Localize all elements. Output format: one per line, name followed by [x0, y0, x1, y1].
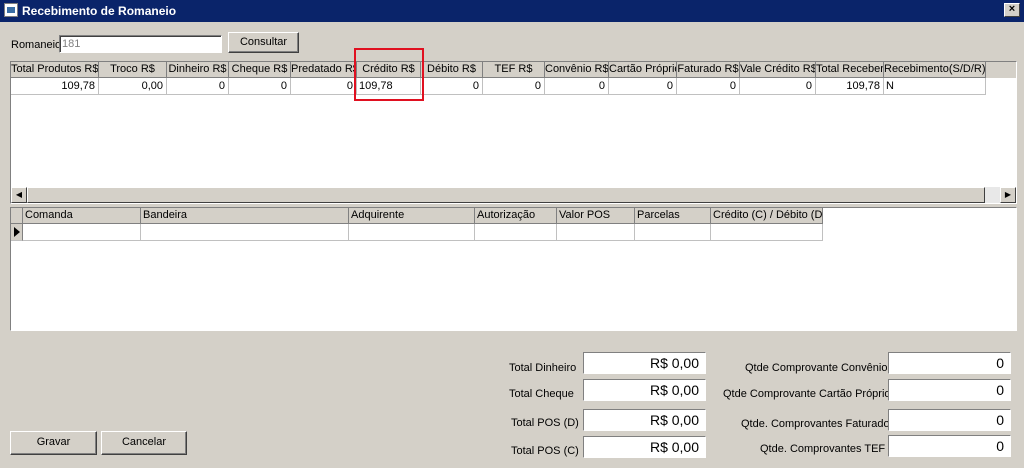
pos-grid[interactable]: Comanda Bandeira Adquirente Autorização … — [10, 207, 1017, 331]
row-indicator — [11, 224, 23, 241]
cell-debito[interactable]: 0 — [421, 78, 483, 95]
col-predatado[interactable]: Predatado R$ — [291, 62, 357, 78]
col-troco[interactable]: Troco R$ — [99, 62, 167, 78]
total-pos-c-value: R$ 0,00 — [583, 436, 706, 458]
cell-predatado[interactable]: 0 — [291, 78, 357, 95]
col-convenio[interactable]: Convênio R$ — [545, 62, 609, 78]
qtde-cartao-proprio-label: Qtde Comprovante Cartão Próprio — [723, 388, 891, 400]
col-debito[interactable]: Débito R$ — [421, 62, 483, 78]
cell-parcelas[interactable] — [635, 224, 711, 241]
romaneio-label: Romaneio — [11, 39, 62, 51]
grid-horizontal-scrollbar[interactable]: ◀ ▶ — [11, 187, 1016, 203]
cell-cartao-proprio[interactable]: 0 — [609, 78, 677, 95]
col-total-receber[interactable]: Total Receber — [816, 62, 884, 78]
total-cheque-value: R$ 0,00 — [583, 379, 706, 401]
col-dinheiro[interactable]: Dinheiro R$ — [167, 62, 229, 78]
total-dinheiro-value: R$ 0,00 — [583, 352, 706, 374]
total-pos-d-value: R$ 0,00 — [583, 409, 706, 431]
cell-bandeira[interactable] — [141, 224, 349, 241]
total-pos-d-label: Total POS (D) — [511, 417, 579, 429]
col-bandeira[interactable]: Bandeira — [141, 208, 349, 224]
col-tef[interactable]: TEF R$ — [483, 62, 545, 78]
scroll-right-icon[interactable]: ▶ — [1000, 187, 1016, 203]
romaneio-input[interactable]: 181 — [59, 35, 222, 53]
app-icon — [4, 3, 18, 17]
col-cartao-proprio[interactable]: Cartão Próprio — [609, 62, 677, 78]
col-recebimento[interactable]: Recebimento(S/D/R) — [884, 62, 986, 78]
credito-highlight — [354, 48, 424, 101]
row-pointer-icon — [14, 227, 20, 237]
qtde-faturado-label: Qtde. Comprovantes Faturado — [741, 418, 890, 430]
gravar-button[interactable]: Gravar — [10, 431, 97, 455]
scroll-thumb[interactable] — [27, 187, 985, 203]
row-indicator-header — [11, 208, 23, 224]
col-autorizacao[interactable]: Autorização — [475, 208, 557, 224]
cell-vale-credito[interactable]: 0 — [740, 78, 816, 95]
total-pos-c-label: Total POS (C) — [511, 445, 579, 457]
recebimento-grid[interactable]: Total Produtos R$ Troco R$ Dinheiro R$ C… — [10, 61, 1017, 204]
cell-tef[interactable]: 0 — [483, 78, 545, 95]
qtde-cartao-proprio-value: 0 — [888, 379, 1011, 401]
col-faturado[interactable]: Faturado R$ — [677, 62, 740, 78]
qtde-tef-label: Qtde. Comprovantes TEF — [760, 443, 886, 455]
cell-total-produtos[interactable]: 109,78 — [11, 78, 99, 95]
cell-comanda[interactable] — [23, 224, 141, 241]
col-cheque[interactable]: Cheque R$ — [229, 62, 291, 78]
cell-autorizacao[interactable] — [475, 224, 557, 241]
cell-credito-debito[interactable] — [711, 224, 823, 241]
cell-dinheiro[interactable]: 0 — [167, 78, 229, 95]
qtde-tef-value: 0 — [888, 435, 1011, 457]
total-cheque-label: Total Cheque — [509, 388, 574, 400]
col-valor-pos[interactable]: Valor POS — [557, 208, 635, 224]
cell-convenio[interactable]: 0 — [545, 78, 609, 95]
consultar-button[interactable]: Consultar — [228, 32, 299, 53]
cell-valor-pos[interactable] — [557, 224, 635, 241]
qtde-convenio-label: Qtde Comprovante Convênio — [745, 362, 888, 374]
col-total-produtos[interactable]: Total Produtos R$ — [11, 62, 99, 78]
qtde-convenio-value: 0 — [888, 352, 1011, 374]
col-parcelas[interactable]: Parcelas — [635, 208, 711, 224]
cell-faturado[interactable]: 0 — [677, 78, 740, 95]
col-credito-debito[interactable]: Crédito (C) / Débito (D) — [711, 208, 823, 224]
cell-total-receber[interactable]: 109,78 — [816, 78, 884, 95]
window-title: Recebimento de Romaneio — [22, 4, 177, 18]
cell-cheque[interactable]: 0 — [229, 78, 291, 95]
total-dinheiro-label: Total Dinheiro — [509, 362, 577, 374]
cell-troco[interactable]: 0,00 — [99, 78, 167, 95]
col-vale-credito[interactable]: Vale Crédito R$ — [740, 62, 816, 78]
qtde-faturado-value: 0 — [888, 409, 1011, 431]
cell-adquirente[interactable] — [349, 224, 475, 241]
close-button[interactable]: × — [1004, 3, 1020, 17]
col-adquirente[interactable]: Adquirente — [349, 208, 475, 224]
scroll-left-icon[interactable]: ◀ — [11, 187, 27, 203]
cancelar-button[interactable]: Cancelar — [101, 431, 187, 455]
cell-recebimento[interactable]: N — [884, 78, 986, 95]
col-comanda[interactable]: Comanda — [23, 208, 141, 224]
